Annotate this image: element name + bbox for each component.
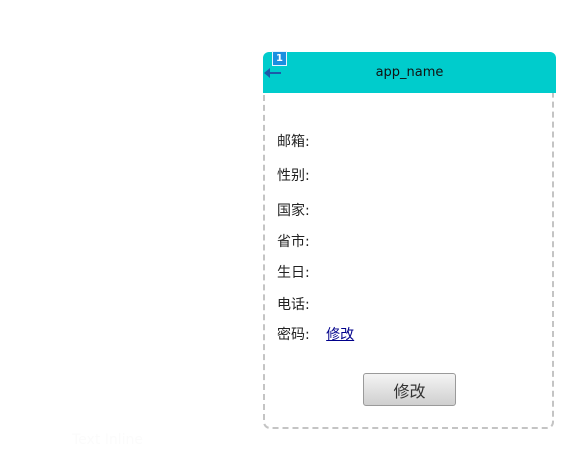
- field-row-email: 邮箱:: [277, 131, 310, 151]
- page: Text Inline app_name 1 邮箱: 性别: 国家: 省市: 生…: [0, 0, 566, 465]
- gender-label: 性别:: [277, 168, 310, 184]
- notification-badge: 1: [272, 51, 287, 66]
- faint-background-text: Text Inline: [72, 432, 144, 448]
- field-row-gender: 性别:: [277, 165, 310, 185]
- phone-label: 电话:: [277, 297, 310, 313]
- password-label: 密码:: [277, 327, 310, 343]
- country-label: 国家:: [277, 203, 310, 219]
- app-title: app_name: [375, 65, 444, 80]
- field-row-password: 密码: 修改: [277, 324, 354, 344]
- email-label: 邮箱:: [277, 134, 310, 150]
- field-row-phone: 电话:: [277, 294, 310, 314]
- field-row-province: 省市:: [277, 231, 310, 251]
- field-row-country: 国家:: [277, 200, 310, 220]
- submit-button[interactable]: 修改: [363, 373, 456, 406]
- field-row-birthday: 生日:: [277, 262, 310, 282]
- change-password-link[interactable]: 修改: [326, 324, 354, 344]
- app-header: app_name: [263, 52, 556, 93]
- birthday-label: 生日:: [277, 265, 310, 281]
- province-label: 省市:: [277, 234, 310, 250]
